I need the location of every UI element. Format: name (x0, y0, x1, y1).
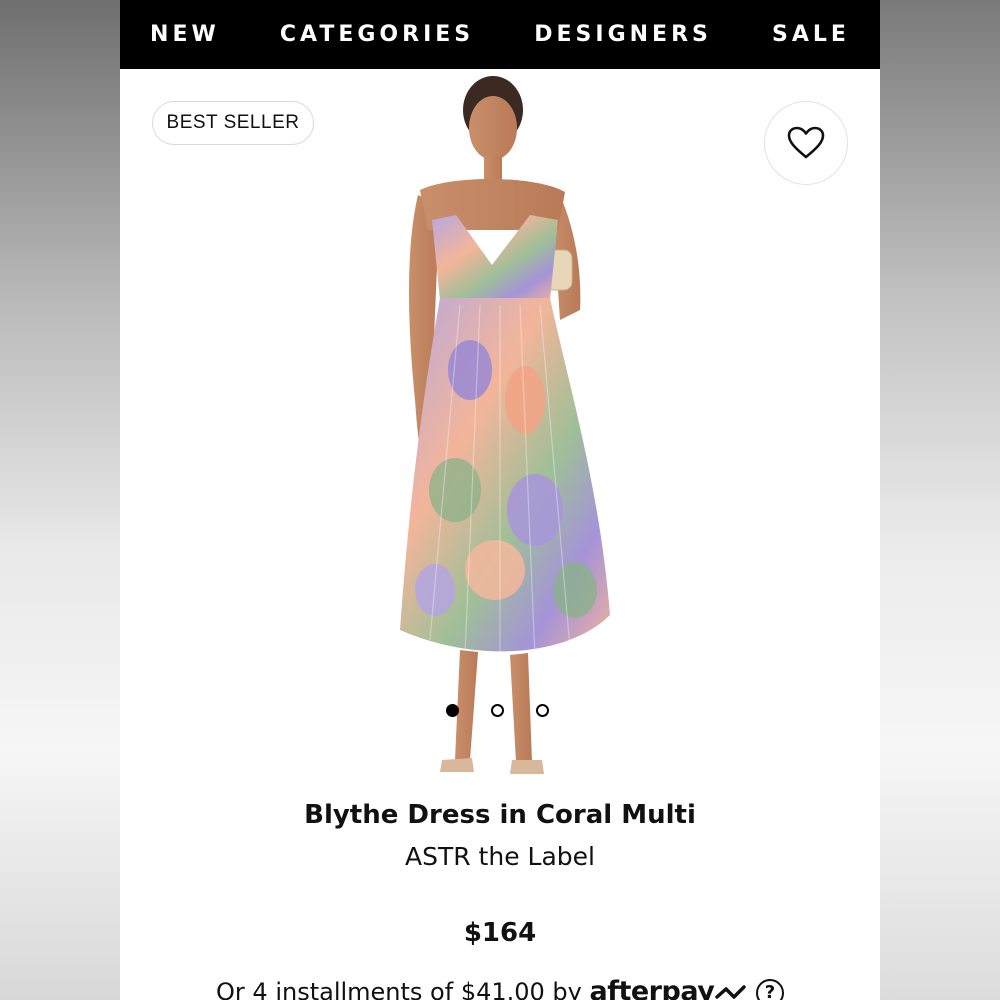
nav-item-categories[interactable]: CATEGORIES (270, 22, 484, 47)
best-seller-badge: BEST SELLER (152, 101, 314, 145)
background-blur-right (880, 0, 1000, 1000)
product-price: $164 (463, 918, 537, 948)
print-blob (465, 540, 525, 600)
carousel-dot-1[interactable] (446, 704, 459, 717)
nav-item-new[interactable]: NEW (140, 22, 230, 47)
favorite-button[interactable] (764, 101, 848, 185)
carousel-dot-3[interactable] (536, 704, 549, 717)
help-icon[interactable]: ? (755, 979, 784, 1000)
product-image-model-dress[interactable] (360, 70, 640, 790)
carousel-dots (446, 704, 549, 717)
left-sandal (440, 758, 474, 772)
print-blob (507, 474, 563, 546)
face (469, 96, 517, 160)
nav-item-sale[interactable]: SALE (762, 22, 860, 47)
product-brand[interactable]: ASTR the Label (120, 842, 880, 871)
neck (484, 156, 502, 182)
product-page: NEW CATEGORIES DESIGNERS SALE BEST SELLE… (120, 0, 880, 1000)
right-sandal (510, 760, 544, 774)
background-blur-left (0, 0, 120, 1000)
installments-text: Or 4 installments of $41.00 by (216, 978, 582, 1000)
product-title: Blythe Dress in Coral Multi (304, 800, 696, 830)
top-nav: NEW CATEGORIES DESIGNERS SALE (120, 0, 880, 69)
afterpay-logo: afterpay (589, 976, 715, 1000)
afterpay-arrow-icon (715, 985, 747, 999)
heart-outline-icon (787, 126, 825, 159)
print-blob (553, 562, 597, 618)
carousel-dot-2[interactable] (491, 704, 504, 717)
nav-item-designers[interactable]: DESIGNERS (524, 22, 722, 47)
afterpay-installments: Or 4 installments of $41.00 by afterpay … (120, 976, 880, 1000)
